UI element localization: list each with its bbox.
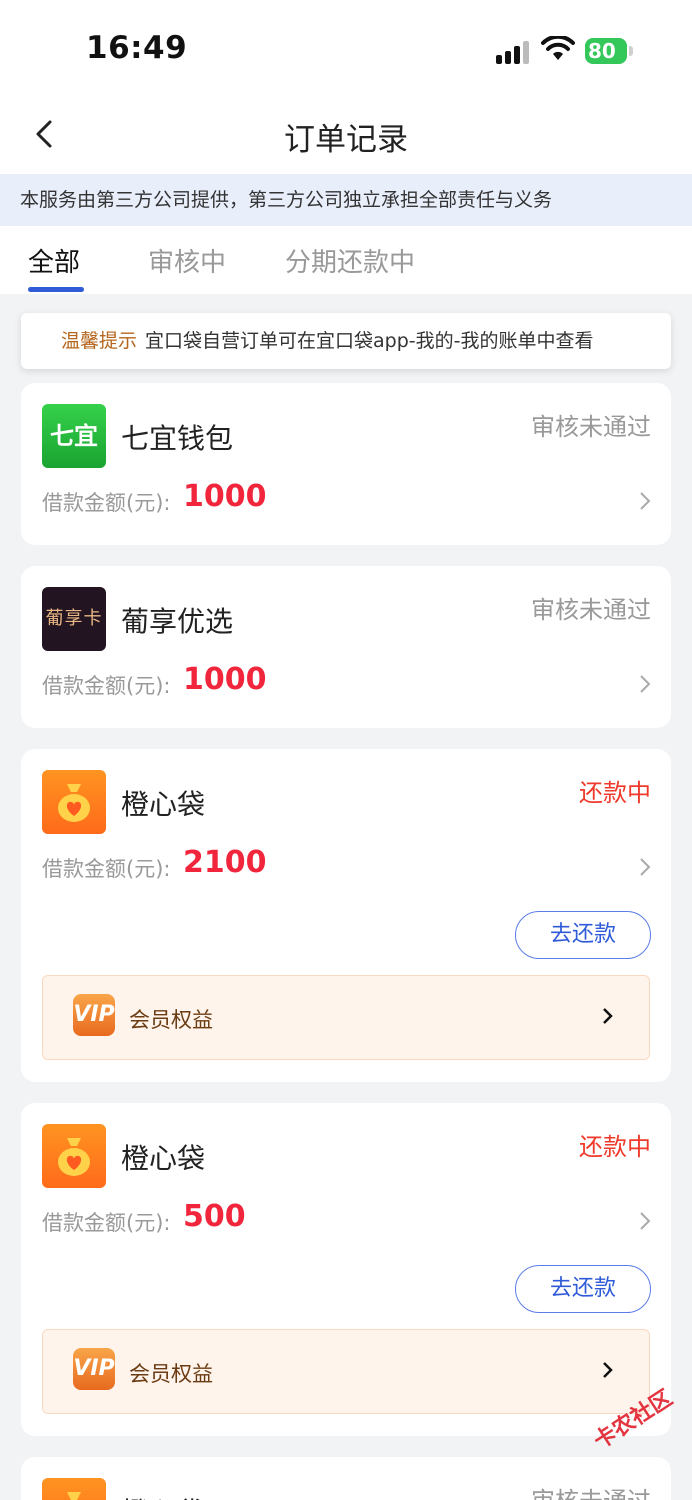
product-name: 葡享优选	[121, 605, 234, 638]
chevron-right-icon	[603, 1008, 613, 1024]
nav-bar: 订单记录	[0, 96, 692, 174]
order-card[interactable]: 葡享卡 葡享优选 审核未通过 借款金额(元): 1000	[21, 566, 671, 728]
orange-bag-logo	[42, 1124, 106, 1188]
wifi-icon	[541, 36, 575, 60]
order-status: 审核未通过	[531, 413, 651, 441]
order-status: 还款中	[579, 1133, 651, 1161]
order-card[interactable]: 橙心袋 还款中 借款金额(元): 500 去还款 VIP 会员权益	[21, 1103, 671, 1436]
tab-under-review[interactable]: 审核中	[148, 242, 226, 279]
repay-button[interactable]: 去还款	[515, 1265, 651, 1313]
tab-installment-repaying[interactable]: 分期还款中	[285, 242, 415, 279]
order-status: 审核未通过	[531, 1481, 651, 1500]
tip-text: 宜口袋自营订单可在宜口袋app-我的-我的账单中查看	[145, 330, 594, 352]
disclaimer-banner: 本服务由第三方公司提供，第三方公司独立承担全部责任与义务	[0, 174, 692, 226]
chevron-right-icon	[603, 1362, 613, 1378]
chevron-right-icon[interactable]	[637, 856, 653, 878]
money-bag-icon	[67, 1492, 81, 1500]
orange-bag-logo	[42, 1478, 106, 1500]
tab-bar: 全部 审核中 分期还款中	[0, 226, 692, 294]
order-card[interactable]: 橙心袋 还款中 借款金额(元): 2100 去还款 VIP 会员权益	[21, 749, 671, 1082]
vip-icon: VIP	[73, 1348, 115, 1390]
loan-amount: 2100	[183, 845, 267, 880]
tab-all[interactable]: 全部	[28, 242, 80, 279]
battery-cap	[629, 46, 633, 56]
puxiang-logo: 葡享卡	[42, 587, 106, 651]
order-status: 还款中	[579, 779, 651, 807]
vip-icon: VIP	[73, 994, 115, 1036]
status-bar: 16:49 80	[0, 0, 692, 96]
qiyi-wallet-logo: 七宜	[42, 404, 106, 468]
order-status: 审核未通过	[531, 596, 651, 624]
active-tab-indicator	[28, 287, 84, 292]
amount-label: 借款金额(元):	[42, 674, 171, 698]
cellular-signal-icon	[496, 40, 530, 64]
order-card[interactable]: 七宜 七宜钱包 审核未通过 借款金额(元): 1000	[21, 383, 671, 545]
product-name: 七宜钱包	[121, 422, 234, 455]
amount-label: 借款金额(元):	[42, 1211, 171, 1235]
battery-icon: 80	[585, 38, 627, 64]
chevron-right-icon[interactable]	[637, 673, 653, 695]
chevron-right-icon[interactable]	[637, 1210, 653, 1232]
money-bag-icon	[58, 784, 90, 822]
money-bag-icon	[58, 1138, 90, 1176]
status-time: 16:49	[86, 30, 188, 66]
amount-label: 借款金额(元):	[42, 491, 171, 515]
product-name: 橙心袋	[121, 1142, 206, 1175]
orange-bag-logo	[42, 770, 106, 834]
page-title: 订单记录	[284, 122, 408, 158]
loan-amount: 1000	[183, 662, 267, 697]
vip-label: 会员权益	[129, 1362, 213, 1386]
loan-amount: 500	[183, 1199, 246, 1234]
tip-label: 温馨提示	[61, 330, 138, 352]
member-benefits-row[interactable]: VIP 会员权益	[42, 1329, 650, 1414]
product-name: 橙心袋	[121, 1491, 205, 1500]
loan-amount: 1000	[183, 479, 267, 514]
warm-tip: 温馨提示 宜口袋自营订单可在宜口袋app-我的-我的账单中查看	[21, 313, 671, 369]
vip-label: 会员权益	[129, 1008, 213, 1032]
chevron-right-icon[interactable]	[637, 490, 653, 512]
member-benefits-row[interactable]: VIP 会员权益	[42, 975, 650, 1060]
repay-button[interactable]: 去还款	[515, 911, 651, 959]
amount-label: 借款金额(元):	[42, 857, 171, 881]
battery-level: 80	[588, 39, 616, 63]
product-name: 橙心袋	[121, 788, 206, 821]
order-card[interactable]: 橙心袋 审核未通过	[21, 1457, 671, 1500]
